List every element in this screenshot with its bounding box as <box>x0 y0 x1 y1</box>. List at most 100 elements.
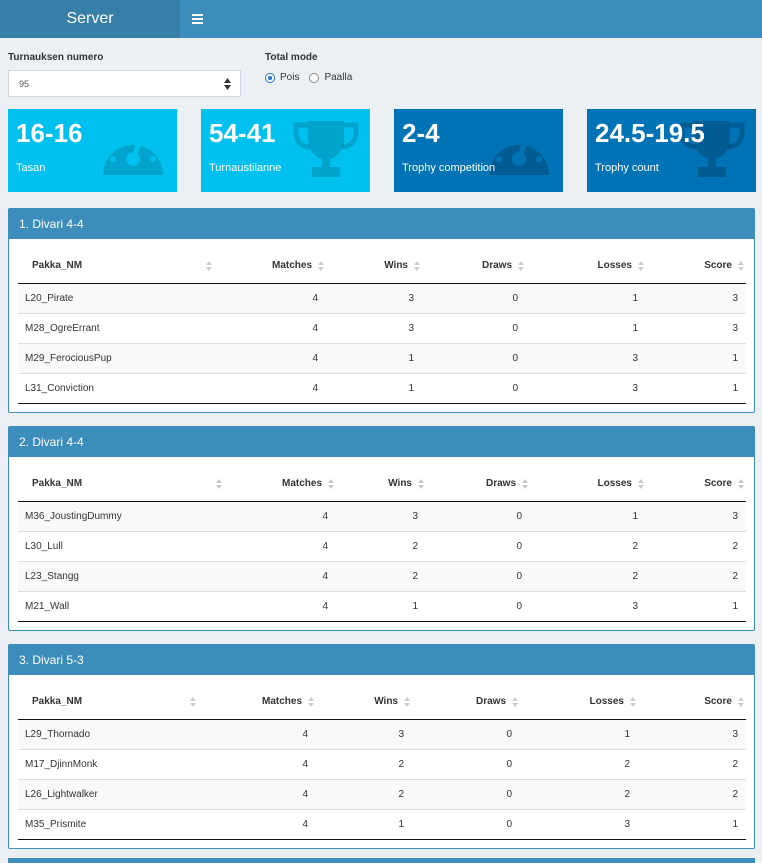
division-panel-2: 2. Divari 4-4 Pakka_NM Matches Wins Draw… <box>8 426 755 631</box>
cell-deck: M29_FerociousPup <box>18 342 214 373</box>
cell-deck: M21_Wall <box>18 590 224 622</box>
column-header-matches[interactable]: Matches <box>224 467 336 502</box>
cell-score: 1 <box>646 590 746 622</box>
sort-icon <box>522 479 528 489</box>
column-header-draws[interactable]: Draws <box>412 685 520 720</box>
cell-draws: 0 <box>426 590 530 622</box>
tournament-number-input[interactable]: 95 <box>8 70 241 97</box>
spinner-arrows-icon[interactable] <box>224 78 231 90</box>
table-row: M36_JoustingDummy 4 3 0 1 3 <box>18 500 746 531</box>
value-box-value: 54-41 <box>209 118 276 148</box>
sort-icon <box>418 479 424 489</box>
column-header-wins[interactable]: Wins <box>326 249 422 284</box>
cell-deck: L30_Lull <box>18 530 224 561</box>
column-header-matches[interactable]: Matches <box>198 685 316 720</box>
sort-icon <box>308 697 314 707</box>
cell-matches: 4 <box>214 312 326 343</box>
cell-wins: 2 <box>316 748 412 779</box>
cell-wins: 3 <box>326 282 422 313</box>
cell-deck: L26_Lightwalker <box>18 778 198 809</box>
controls-row: Turnauksen numero 95 Total mode Pois Paa… <box>8 52 754 100</box>
cell-score: 2 <box>646 560 746 591</box>
cell-score: 2 <box>638 778 746 809</box>
sidebar-toggle-button[interactable] <box>180 0 214 38</box>
cell-draws: 0 <box>412 808 520 840</box>
cell-matches: 4 <box>214 372 326 404</box>
cell-draws: 0 <box>422 312 526 343</box>
radio-option-pois[interactable]: Pois <box>265 72 299 83</box>
column-header-score[interactable]: Score <box>646 249 746 284</box>
tournament-number-label: Turnauksen numero <box>8 52 104 63</box>
cell-matches: 4 <box>198 778 316 809</box>
column-header-draws[interactable]: Draws <box>422 249 526 284</box>
sort-icon <box>630 697 636 707</box>
cell-score: 2 <box>646 530 746 561</box>
column-header-losses[interactable]: Losses <box>530 467 646 502</box>
sort-icon <box>738 697 744 707</box>
division-panel-1: 1. Divari 4-4 Pakka_NM Matches Wins Draw… <box>8 208 755 413</box>
cell-score: 2 <box>638 748 746 779</box>
cell-matches: 4 <box>224 500 336 531</box>
cell-wins: 3 <box>316 718 412 749</box>
sort-icon <box>318 261 324 271</box>
total-mode-label: Total mode <box>265 52 318 63</box>
cell-draws: 0 <box>426 530 530 561</box>
table-row: M28_OgreErrant 4 3 0 1 3 <box>18 312 746 343</box>
cell-draws: 0 <box>426 500 530 531</box>
value-box-value: 16-16 <box>16 118 83 148</box>
app-title[interactable]: Server <box>0 0 180 38</box>
sort-icon <box>512 697 518 707</box>
radio-button-paalla[interactable] <box>309 72 320 83</box>
cell-score: 1 <box>646 372 746 404</box>
column-header-matches[interactable]: Matches <box>214 249 326 284</box>
column-header-pakka[interactable]: Pakka_NM <box>18 685 198 720</box>
table-row: M21_Wall 4 1 0 3 1 <box>18 590 746 622</box>
cell-draws: 0 <box>412 778 520 809</box>
table-row: L29_Thornado 4 3 0 1 3 <box>18 718 746 749</box>
total-mode-radio-group: Pois Paalla <box>265 72 362 83</box>
column-header-pakka[interactable]: Pakka_NM <box>18 467 224 502</box>
cell-matches: 4 <box>198 748 316 779</box>
value-box-subtitle: Tasan <box>16 162 46 174</box>
cell-losses: 1 <box>526 282 646 313</box>
sort-icon <box>738 261 744 271</box>
cell-draws: 0 <box>422 282 526 313</box>
cell-losses: 2 <box>520 748 638 779</box>
cell-score: 3 <box>638 718 746 749</box>
sort-icon <box>190 697 196 707</box>
standings-table: Pakka_NM Matches Wins Draws Losses Score… <box>18 249 746 404</box>
table-row: M35_Prismite 4 1 0 3 1 <box>18 808 746 840</box>
value-box-subtitle: Trophy competition <box>402 162 496 174</box>
standings-table: Pakka_NM Matches Wins Draws Losses Score… <box>18 685 746 840</box>
table-row: L26_Lightwalker 4 2 0 2 2 <box>18 778 746 809</box>
column-header-wins[interactable]: Wins <box>316 685 412 720</box>
radio-option-paalla[interactable]: Paalla <box>309 72 352 83</box>
cell-score: 3 <box>646 282 746 313</box>
value-box-tasan: 16-16 Tasan <box>8 109 177 192</box>
cell-losses: 2 <box>530 560 646 591</box>
table-row: L20_Pirate 4 3 0 1 3 <box>18 282 746 313</box>
column-header-pakka[interactable]: Pakka_NM <box>18 249 214 284</box>
division-panel-3: 3. Divari 5-3 Pakka_NM Matches Wins Draw… <box>8 644 755 849</box>
cell-score: 1 <box>646 342 746 373</box>
radio-label-pois: Pois <box>280 72 300 83</box>
value-box-value: 24.5-19.5 <box>595 118 705 148</box>
column-header-losses[interactable]: Losses <box>520 685 638 720</box>
column-header-losses[interactable]: Losses <box>526 249 646 284</box>
cell-matches: 4 <box>198 808 316 840</box>
bars-icon <box>191 14 203 24</box>
radio-button-pois[interactable] <box>265 72 275 83</box>
cell-matches: 4 <box>224 530 336 561</box>
dashboard-icon <box>489 130 549 175</box>
cell-wins: 1 <box>336 590 426 622</box>
column-header-draws[interactable]: Draws <box>426 467 530 502</box>
value-box-trophy-competition: 2-4 Trophy competition <box>394 109 563 192</box>
cell-losses: 2 <box>520 778 638 809</box>
radio-label-paalla: Paalla <box>324 72 353 83</box>
cell-matches: 4 <box>214 282 326 313</box>
column-header-score[interactable]: Score <box>646 467 746 502</box>
column-header-score[interactable]: Score <box>638 685 746 720</box>
column-header-wins[interactable]: Wins <box>336 467 426 502</box>
cell-deck: M36_JoustingDummy <box>18 500 224 531</box>
cell-draws: 0 <box>426 560 530 591</box>
